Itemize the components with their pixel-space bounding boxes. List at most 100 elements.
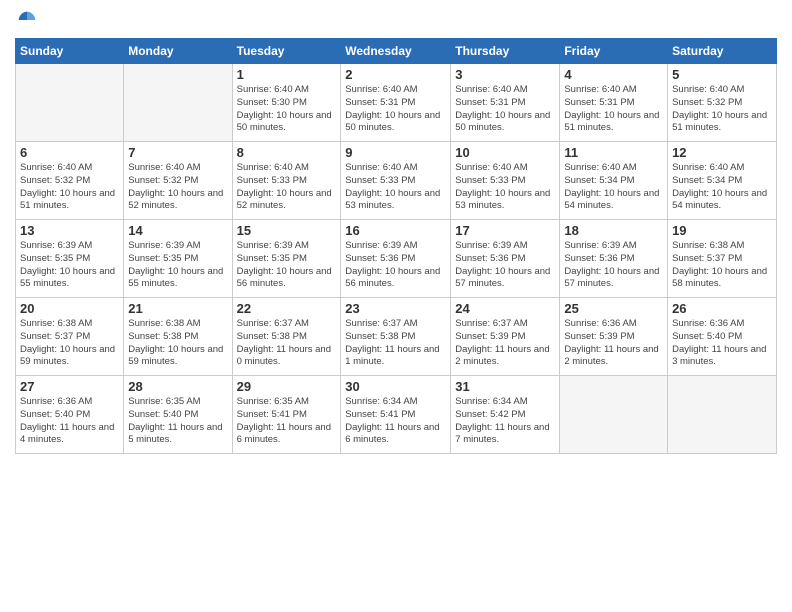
day-number: 5 bbox=[672, 67, 772, 82]
day-detail: Sunrise: 6:39 AM Sunset: 5:36 PM Dayligh… bbox=[564, 240, 663, 291]
page: SundayMondayTuesdayWednesdayThursdayFrid… bbox=[0, 0, 792, 612]
day-detail: Sunrise: 6:36 AM Sunset: 5:40 PM Dayligh… bbox=[20, 396, 119, 447]
day-number: 1 bbox=[237, 67, 337, 82]
weekday-header-thursday: Thursday bbox=[451, 39, 560, 64]
day-number: 4 bbox=[564, 67, 663, 82]
day-detail: Sunrise: 6:38 AM Sunset: 5:38 PM Dayligh… bbox=[128, 318, 227, 369]
calendar-table: SundayMondayTuesdayWednesdayThursdayFrid… bbox=[15, 38, 777, 454]
day-number: 27 bbox=[20, 379, 119, 394]
logo-icon bbox=[17, 10, 37, 30]
day-number: 10 bbox=[455, 145, 555, 160]
day-number: 19 bbox=[672, 223, 772, 238]
day-number: 7 bbox=[128, 145, 227, 160]
day-detail: Sunrise: 6:39 AM Sunset: 5:36 PM Dayligh… bbox=[455, 240, 555, 291]
day-number: 16 bbox=[345, 223, 446, 238]
day-detail: Sunrise: 6:36 AM Sunset: 5:39 PM Dayligh… bbox=[564, 318, 663, 369]
day-detail: Sunrise: 6:39 AM Sunset: 5:36 PM Dayligh… bbox=[345, 240, 446, 291]
day-number: 31 bbox=[455, 379, 555, 394]
calendar-cell: 19 Sunrise: 6:38 AM Sunset: 5:37 PM Dayli… bbox=[668, 220, 777, 298]
day-detail: Sunrise: 6:37 AM Sunset: 5:38 PM Dayligh… bbox=[345, 318, 446, 369]
calendar-cell: 22 Sunrise: 6:37 AM Sunset: 5:38 PM Dayli… bbox=[232, 298, 341, 376]
weekday-header-row: SundayMondayTuesdayWednesdayThursdayFrid… bbox=[16, 39, 777, 64]
day-detail: Sunrise: 6:40 AM Sunset: 5:32 PM Dayligh… bbox=[672, 84, 772, 135]
day-detail: Sunrise: 6:40 AM Sunset: 5:32 PM Dayligh… bbox=[128, 162, 227, 213]
calendar-cell: 6 Sunrise: 6:40 AM Sunset: 5:32 PM Daylig… bbox=[16, 142, 124, 220]
day-detail: Sunrise: 6:40 AM Sunset: 5:33 PM Dayligh… bbox=[237, 162, 337, 213]
day-detail: Sunrise: 6:37 AM Sunset: 5:39 PM Dayligh… bbox=[455, 318, 555, 369]
calendar-cell: 1 Sunrise: 6:40 AM Sunset: 5:30 PM Daylig… bbox=[232, 64, 341, 142]
calendar-cell: 12 Sunrise: 6:40 AM Sunset: 5:34 PM Dayli… bbox=[668, 142, 777, 220]
calendar-cell: 4Sunrise: 6:40 AM Sunset: 5:31 PM Daylig… bbox=[560, 64, 668, 142]
weekday-header-sunday: Sunday bbox=[16, 39, 124, 64]
calendar-cell: 7 Sunrise: 6:40 AM Sunset: 5:32 PM Daylig… bbox=[124, 142, 232, 220]
day-detail: Sunrise: 6:39 AM Sunset: 5:35 PM Dayligh… bbox=[20, 240, 119, 291]
day-detail: Sunrise: 6:38 AM Sunset: 5:37 PM Dayligh… bbox=[20, 318, 119, 369]
calendar-cell bbox=[668, 376, 777, 454]
calendar-cell: 16 Sunrise: 6:39 AM Sunset: 5:36 PM Dayli… bbox=[341, 220, 451, 298]
day-number: 6 bbox=[20, 145, 119, 160]
calendar-cell: 28 Sunrise: 6:35 AM Sunset: 5:40 PM Dayli… bbox=[124, 376, 232, 454]
day-number: 29 bbox=[237, 379, 337, 394]
calendar-cell: 5 Sunrise: 6:40 AM Sunset: 5:32 PM Daylig… bbox=[668, 64, 777, 142]
day-detail: Sunrise: 6:35 AM Sunset: 5:41 PM Dayligh… bbox=[237, 396, 337, 447]
day-number: 18 bbox=[564, 223, 663, 238]
day-number: 12 bbox=[672, 145, 772, 160]
day-number: 2 bbox=[345, 67, 446, 82]
day-detail: Sunrise: 6:39 AM Sunset: 5:35 PM Dayligh… bbox=[237, 240, 337, 291]
day-detail: Sunrise: 6:40 AM Sunset: 5:30 PM Dayligh… bbox=[237, 84, 337, 135]
day-detail: Sunrise: 6:40 AM Sunset: 5:33 PM Dayligh… bbox=[455, 162, 555, 213]
calendar-cell bbox=[560, 376, 668, 454]
day-detail: Sunrise: 6:36 AM Sunset: 5:40 PM Dayligh… bbox=[672, 318, 772, 369]
calendar-cell: 10 Sunrise: 6:40 AM Sunset: 5:33 PM Dayli… bbox=[451, 142, 560, 220]
calendar-cell: 11Sunrise: 6:40 AM Sunset: 5:34 PM Dayli… bbox=[560, 142, 668, 220]
day-number: 9 bbox=[345, 145, 446, 160]
day-number: 28 bbox=[128, 379, 227, 394]
day-number: 25 bbox=[564, 301, 663, 316]
week-row-2: 6 Sunrise: 6:40 AM Sunset: 5:32 PM Daylig… bbox=[16, 142, 777, 220]
day-number: 3 bbox=[455, 67, 555, 82]
week-row-1: 1 Sunrise: 6:40 AM Sunset: 5:30 PM Daylig… bbox=[16, 64, 777, 142]
weekday-header-monday: Monday bbox=[124, 39, 232, 64]
weekday-header-tuesday: Tuesday bbox=[232, 39, 341, 64]
day-detail: Sunrise: 6:37 AM Sunset: 5:38 PM Dayligh… bbox=[237, 318, 337, 369]
header bbox=[15, 10, 777, 30]
day-number: 21 bbox=[128, 301, 227, 316]
calendar-cell: 27 Sunrise: 6:36 AM Sunset: 5:40 PM Dayli… bbox=[16, 376, 124, 454]
calendar-cell: 29 Sunrise: 6:35 AM Sunset: 5:41 PM Dayli… bbox=[232, 376, 341, 454]
week-row-5: 27 Sunrise: 6:36 AM Sunset: 5:40 PM Dayli… bbox=[16, 376, 777, 454]
day-detail: Sunrise: 6:40 AM Sunset: 5:33 PM Dayligh… bbox=[345, 162, 446, 213]
calendar-cell: 30 Sunrise: 6:34 AM Sunset: 5:41 PM Dayli… bbox=[341, 376, 451, 454]
calendar-cell: 18 Sunrise: 6:39 AM Sunset: 5:36 PM Dayli… bbox=[560, 220, 668, 298]
day-number: 15 bbox=[237, 223, 337, 238]
day-number: 23 bbox=[345, 301, 446, 316]
calendar-cell: 24Sunrise: 6:37 AM Sunset: 5:39 PM Dayli… bbox=[451, 298, 560, 376]
day-number: 22 bbox=[237, 301, 337, 316]
day-number: 17 bbox=[455, 223, 555, 238]
day-detail: Sunrise: 6:40 AM Sunset: 5:31 PM Dayligh… bbox=[455, 84, 555, 135]
day-number: 8 bbox=[237, 145, 337, 160]
day-number: 14 bbox=[128, 223, 227, 238]
week-row-4: 20Sunrise: 6:38 AM Sunset: 5:37 PM Dayli… bbox=[16, 298, 777, 376]
calendar-cell: 8 Sunrise: 6:40 AM Sunset: 5:33 PM Daylig… bbox=[232, 142, 341, 220]
calendar-cell bbox=[124, 64, 232, 142]
calendar-cell: 25 Sunrise: 6:36 AM Sunset: 5:39 PM Dayli… bbox=[560, 298, 668, 376]
calendar-cell: 3 Sunrise: 6:40 AM Sunset: 5:31 PM Daylig… bbox=[451, 64, 560, 142]
calendar-cell: 21 Sunrise: 6:38 AM Sunset: 5:38 PM Dayli… bbox=[124, 298, 232, 376]
day-detail: Sunrise: 6:35 AM Sunset: 5:40 PM Dayligh… bbox=[128, 396, 227, 447]
day-detail: Sunrise: 6:38 AM Sunset: 5:37 PM Dayligh… bbox=[672, 240, 772, 291]
day-detail: Sunrise: 6:40 AM Sunset: 5:32 PM Dayligh… bbox=[20, 162, 119, 213]
week-row-3: 13Sunrise: 6:39 AM Sunset: 5:35 PM Dayli… bbox=[16, 220, 777, 298]
day-number: 30 bbox=[345, 379, 446, 394]
day-detail: Sunrise: 6:39 AM Sunset: 5:35 PM Dayligh… bbox=[128, 240, 227, 291]
day-detail: Sunrise: 6:40 AM Sunset: 5:31 PM Dayligh… bbox=[345, 84, 446, 135]
calendar-cell: 2 Sunrise: 6:40 AM Sunset: 5:31 PM Daylig… bbox=[341, 64, 451, 142]
calendar-cell: 31 Sunrise: 6:34 AM Sunset: 5:42 PM Dayli… bbox=[451, 376, 560, 454]
day-number: 11 bbox=[564, 145, 663, 160]
day-detail: Sunrise: 6:34 AM Sunset: 5:41 PM Dayligh… bbox=[345, 396, 446, 447]
calendar-cell: 20Sunrise: 6:38 AM Sunset: 5:37 PM Dayli… bbox=[16, 298, 124, 376]
day-detail: Sunrise: 6:34 AM Sunset: 5:42 PM Dayligh… bbox=[455, 396, 555, 447]
day-number: 26 bbox=[672, 301, 772, 316]
calendar-cell: 23 Sunrise: 6:37 AM Sunset: 5:38 PM Dayli… bbox=[341, 298, 451, 376]
logo bbox=[15, 10, 37, 30]
day-detail: Sunrise: 6:40 AM Sunset: 5:34 PM Dayligh… bbox=[672, 162, 772, 213]
